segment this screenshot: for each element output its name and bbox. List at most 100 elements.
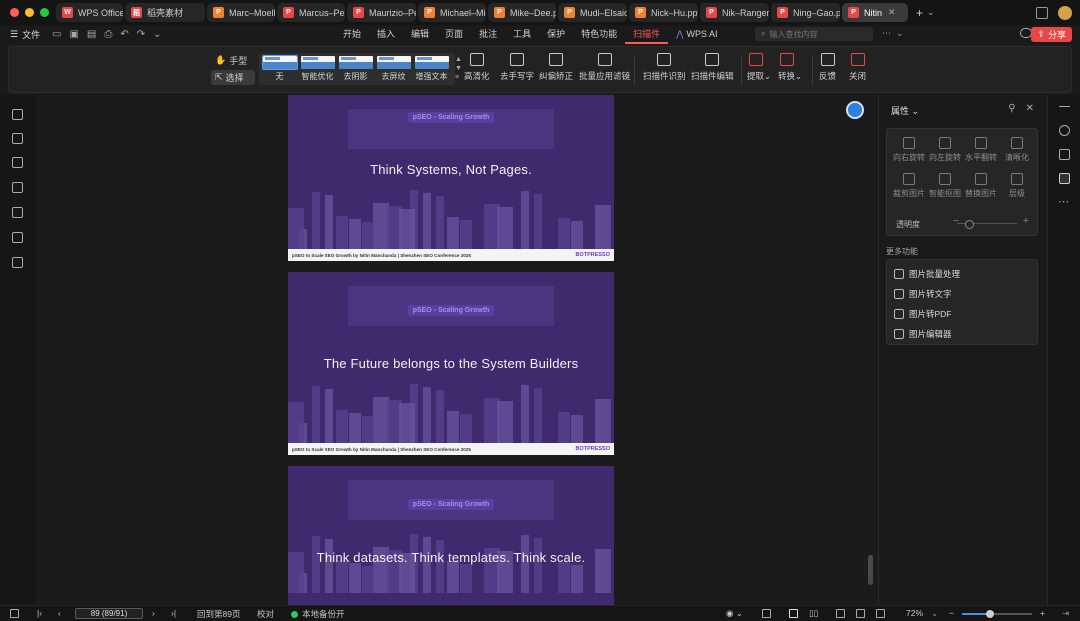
tab-10[interactable]: P Ning–Gao.p [771,3,840,22]
export-icon[interactable]: ▤ [87,29,96,40]
image-tool-2[interactable]: 水平翻转 [963,137,999,163]
vertical-scrollbar[interactable] [868,555,873,585]
assistant-badge-icon[interactable] [846,101,864,119]
hd-button[interactable]: 高清化 [464,53,490,82]
feedback-button[interactable]: 反馈 [819,53,836,82]
document-canvas[interactable]: pSEO - Scaling Growth Think Systems, Not … [36,95,878,605]
more-feature-item[interactable]: 图片转PDF [887,304,1037,324]
hand-tool-button[interactable]: ✋ 手型 [211,53,255,68]
translate-icon[interactable] [1059,149,1070,160]
menu-9[interactable]: ⋀ WPS AI [668,25,725,44]
more-feature-item[interactable]: 图片编辑器 [887,324,1037,344]
search-input[interactable] [769,29,866,39]
close-window-icon[interactable] [10,8,19,17]
zoom-dropdown-icon[interactable]: ⌄ [931,608,938,619]
scan-recognize-button[interactable]: 扫描件识别 [643,53,686,82]
image-tool-6[interactable]: 替换图片 [963,173,999,199]
properties-title[interactable]: 属性 ⌄ [891,104,919,117]
image-tool-3[interactable]: 清晰化 [999,137,1035,163]
select-tool-button[interactable]: ⇱ 选择 [211,70,255,85]
extract-button[interactable]: 提取 ⌄ [747,53,771,82]
slide-page[interactable]: pSEO - Scaling Growth Think Systems, Not … [288,95,614,261]
menu-5[interactable]: 工具 [505,25,539,44]
search-icon[interactable] [1059,125,1070,136]
more-options-icon[interactable]: ⋯ ⌄ [882,28,904,39]
tab-7[interactable]: P Mudi–Elsaid [558,3,627,22]
tab-5[interactable]: P Michael–Mi [418,3,486,22]
opacity-increase-button[interactable]: + [1023,216,1029,227]
tab-11[interactable]: P Nitin ✕ [842,3,908,22]
goto-page-button[interactable]: 回到第89页 [197,608,240,620]
tab-0[interactable]: W WPS Office [56,3,123,22]
thumbnails-icon[interactable] [12,157,23,168]
tab-3[interactable]: P Marcus–Per [277,3,345,22]
menu-7[interactable]: 特色功能 [573,25,625,44]
filter-option-3[interactable]: 去屏纹 [376,56,411,82]
zoom-in-button[interactable]: + [1040,608,1045,618]
reading-mode-icon[interactable] [856,609,865,618]
tab-1[interactable]: 稻稻壳素材 [125,3,205,22]
slide-page[interactable]: pSEO - Scaling Growth The Future belongs … [288,272,614,455]
batch-filter-button[interactable]: 批量应用滤镜 [579,53,630,82]
cloud-sync-icon[interactable] [1020,28,1032,38]
search-box[interactable]: ⌕ [755,27,873,41]
maximize-window-icon[interactable] [40,8,49,17]
image-tool-5[interactable]: 智能抠图 [927,173,963,199]
close-icon[interactable]: ✕ [1026,103,1034,114]
panel-toggle-icon[interactable]: ⇥ [1062,608,1069,619]
menu-8[interactable]: 扫描件 [625,25,669,44]
fit-width-icon[interactable] [762,609,771,618]
filter-option-0[interactable]: 无 [261,55,298,82]
image-tool-4[interactable]: 裁剪图片 [891,173,927,199]
zoom-slider-knob[interactable] [986,610,994,618]
outline-icon[interactable] [12,109,23,120]
print-icon[interactable]: ⎙ [104,29,112,40]
tab-2[interactable]: P Marc–Moell [207,3,275,22]
zoom-out-button[interactable]: − [949,608,954,618]
properties-toggle-icon[interactable] [1059,173,1070,184]
scan-edit-button[interactable]: 扫描件编辑 [691,53,734,82]
filter-option-1[interactable]: 智能优化 [300,56,335,82]
more-feature-item[interactable]: 图片转文字 [887,284,1037,304]
last-page-icon[interactable]: ›| [171,608,176,618]
menu-6[interactable]: 保护 [539,25,573,44]
prev-page-icon[interactable]: ‹ [58,608,61,618]
image-tool-1[interactable]: 向左旋转 [927,137,963,163]
file-menu[interactable]: ☰ 文件 [0,28,52,41]
image-tool-0[interactable]: 向右旋转 [891,137,927,163]
comment-icon[interactable] [12,182,23,193]
filter-gallery-scroll[interactable]: ▲ ▼ ≡ [455,55,462,82]
eye-mode-icon[interactable]: ◉ ⌄ [726,608,743,619]
menu-2[interactable]: 编辑 [403,25,437,44]
menu-4[interactable]: 批注 [471,25,505,44]
avatar[interactable] [1058,5,1072,20]
slide-page[interactable]: pSEO - Scaling Growth Think datasets. Thi… [288,466,614,605]
zoom-slider[interactable] [962,610,1032,618]
close-tab-icon[interactable]: ✕ [888,7,896,18]
bookmark-view-icon[interactable] [876,609,885,618]
opacity-slider[interactable] [957,220,1017,229]
deskew-button[interactable]: 纠偏矫正 [539,53,573,82]
window-mode-icon[interactable] [1036,6,1048,19]
bookmark-icon[interactable] [12,133,23,144]
menu-1[interactable]: 插入 [369,25,403,44]
minimize-window-icon[interactable] [25,8,34,17]
single-page-icon[interactable] [789,609,798,618]
page-number-input[interactable]: 89 (89/91) [75,608,143,619]
menu-3[interactable]: 页面 [437,25,471,44]
layers-icon[interactable] [12,257,23,268]
open-folder-icon[interactable]: ▭ [52,29,61,40]
menu-0[interactable]: 开始 [335,25,369,44]
minimize-panel-icon[interactable] [1059,106,1070,107]
first-page-icon[interactable]: |‹ [37,608,42,618]
tab-6[interactable]: P Mike–Dee.p [488,3,556,22]
tab-list-chevron-icon[interactable]: ⌄ [927,7,935,18]
redo-icon[interactable]: ↷ [137,29,145,40]
remove-handwriting-button[interactable]: 去手写字 [500,53,534,82]
sidebar-toggle-icon[interactable] [10,609,19,618]
proofread-button[interactable]: 校对 [257,608,274,620]
pin-icon[interactable]: ⚲ [1008,103,1015,114]
backup-status[interactable]: 本地备份开 [291,608,345,620]
compare-icon[interactable] [12,232,23,243]
filter-option-2[interactable]: 去阴影 [338,56,373,82]
